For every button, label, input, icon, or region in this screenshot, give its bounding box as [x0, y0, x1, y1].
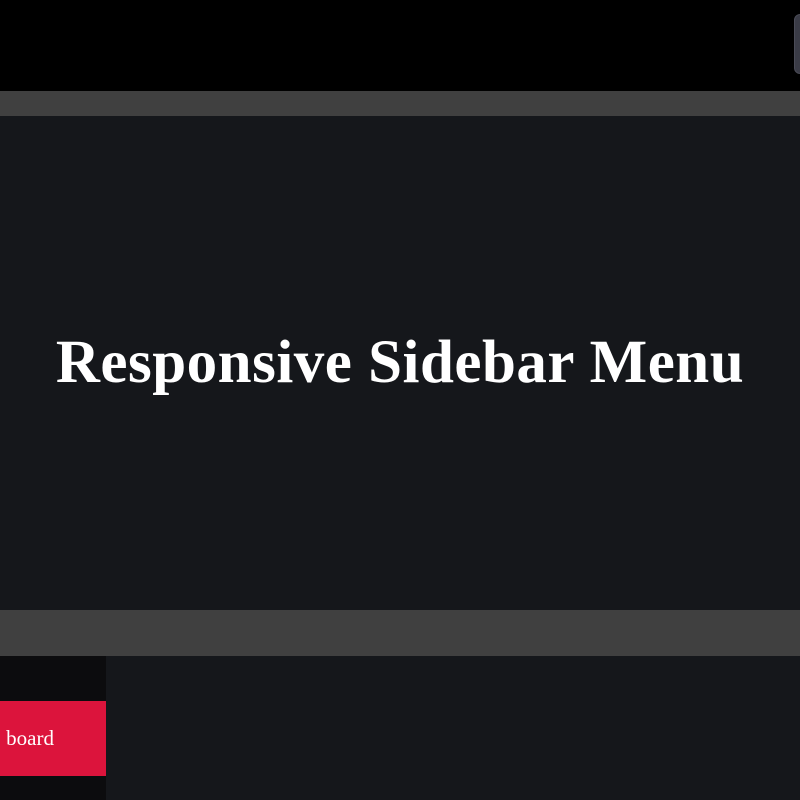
section-divider	[0, 610, 800, 656]
sidebar: board	[0, 656, 106, 800]
top-navbar	[0, 0, 800, 91]
header-divider	[0, 91, 800, 116]
main-content	[0, 656, 800, 800]
page: Responsive Sidebar Menu board	[0, 0, 800, 800]
menu-toggle-icon[interactable]	[794, 14, 800, 74]
page-title: Responsive Sidebar Menu	[55, 329, 745, 396]
sidebar-item-dashboard[interactable]: board	[0, 701, 106, 776]
hero-section: Responsive Sidebar Menu	[0, 116, 800, 610]
sidebar-item-label: board	[6, 726, 54, 750]
